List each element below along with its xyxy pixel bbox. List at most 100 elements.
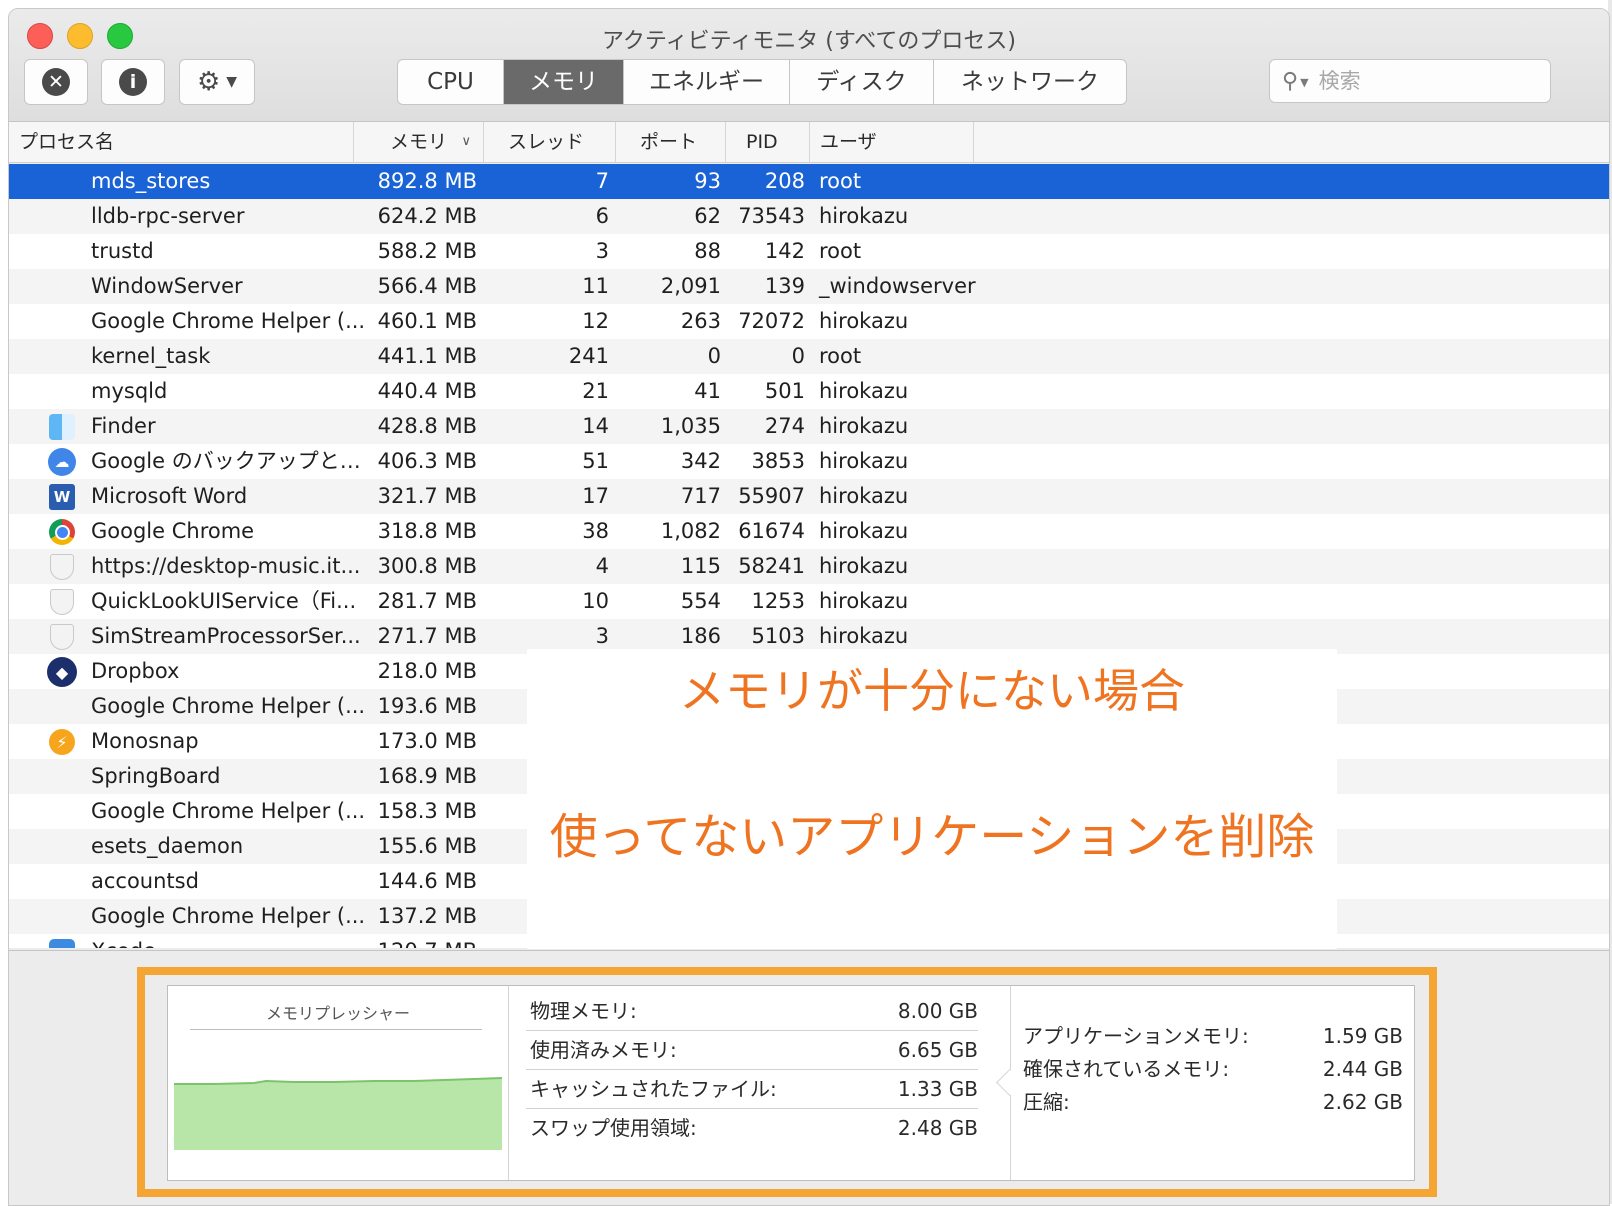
process-name: accountsd xyxy=(91,869,199,893)
table-row[interactable]: https://desktop-music.it... 300.8 MB 4 115 5… xyxy=(9,549,1609,584)
stat-cached-files: キャッシュされたファイル: 1.33 GB xyxy=(526,1070,978,1109)
shield-icon xyxy=(50,589,74,615)
stat-label: スワップ使用領域: xyxy=(530,1116,697,1140)
memory-value: 460.1 MB xyxy=(377,309,477,333)
tab-memory[interactable]: メモリ xyxy=(504,60,624,104)
memory-value: 173.0 MB xyxy=(377,729,477,753)
memory-stats-section: 物理メモリ: 8.00 GB 使用済みメモリ: 6.65 GB キャッシュされた… xyxy=(526,986,996,1180)
memory-value: 218.0 MB xyxy=(377,659,477,683)
shield-icon xyxy=(50,624,74,650)
table-row[interactable]: kernel_task 441.1 MB 241 0 0 root xyxy=(9,339,1609,374)
pid-value: 58241 xyxy=(738,554,805,578)
stat-value: 8.00 GB xyxy=(897,999,978,1023)
user-value: root xyxy=(819,239,862,263)
memory-value: 428.8 MB xyxy=(377,414,477,438)
column-header-threads[interactable]: スレッド xyxy=(484,122,616,162)
search-input[interactable] xyxy=(1316,68,1521,94)
pid-value: 501 xyxy=(764,379,805,403)
action-menu-button[interactable]: ⚙ ▼ xyxy=(179,59,255,105)
stat-used-memory: 使用済みメモリ: 6.65 GB xyxy=(526,1031,978,1070)
process-name: https://desktop-music.it... xyxy=(91,554,361,578)
table-row[interactable]: mds_stores 892.8 MB 7 93 208 root xyxy=(9,164,1609,199)
memory-value: 168.9 MB xyxy=(377,764,477,788)
table-row[interactable]: lldb-rpc-server 624.2 MB 6 62 73543 hirokazu xyxy=(9,199,1609,234)
memory-value: 158.3 MB xyxy=(377,799,477,823)
process-name: SpringBoard xyxy=(91,764,221,788)
threads-value: 241 xyxy=(568,344,609,368)
process-icon-cell xyxy=(47,937,77,948)
chevron-down-icon: ▼ xyxy=(1300,75,1309,89)
memory-summary-panel: メモリプレッシャー 物理メモリ: 8.00 GB 使用済みメモリ: 6.65 G… xyxy=(167,985,1415,1181)
ports-value: 342 xyxy=(680,449,721,473)
memory-pressure-title: メモリプレッシャー xyxy=(265,1004,410,1023)
pid-value: 72072 xyxy=(738,309,805,333)
user-value: hirokazu xyxy=(819,554,909,578)
memory-value: 624.2 MB xyxy=(377,204,477,228)
annotation-line-1: メモリが十分にない場合 xyxy=(679,664,1185,718)
column-header-memory[interactable]: メモリ ∨ xyxy=(354,122,484,162)
table-row[interactable]: WindowServer 566.4 MB 11 2,091 139 _windowser… xyxy=(9,269,1609,304)
pid-value: 3853 xyxy=(751,449,805,473)
threads-value: 38 xyxy=(582,519,609,543)
tab-energy[interactable]: エネルギー xyxy=(624,60,790,104)
process-icon-cell: ⚡ xyxy=(47,727,77,757)
process-name: lldb-rpc-server xyxy=(91,204,245,228)
table-row[interactable]: Google Chrome Helper (... 460.1 MB 12 263 72… xyxy=(9,304,1609,339)
table-row[interactable]: ☁ Google のバックアップと… 406.3 MB 51 342 3853 hiroka… xyxy=(9,444,1609,479)
pid-value: 73543 xyxy=(738,204,805,228)
annotation-overlay: メモリが十分にない場合 使ってないアプリケーションを削除 xyxy=(527,649,1337,949)
ports-value: 1,035 xyxy=(660,414,721,438)
sort-chevron-icon: ∨ xyxy=(461,134,471,149)
table-row[interactable]: QuickLookUIService（Fi... 281.7 MB 10 554 125… xyxy=(9,584,1609,619)
column-header-pid[interactable]: PID xyxy=(726,122,810,162)
tab-cpu[interactable]: CPU xyxy=(398,60,504,104)
memory-value: 441.1 MB xyxy=(377,344,477,368)
process-name: Monosnap xyxy=(91,729,199,753)
tab-network[interactable]: ネットワーク xyxy=(934,60,1126,104)
table-row[interactable]: trustd 588.2 MB 3 88 142 root xyxy=(9,234,1609,269)
divider xyxy=(190,1029,482,1030)
finder-icon xyxy=(49,414,75,440)
process-name: WindowServer xyxy=(91,274,243,298)
pid-value: 274 xyxy=(764,414,805,438)
memory-value: 137.2 MB xyxy=(377,904,477,928)
threads-value: 21 xyxy=(582,379,609,403)
ports-value: 2,091 xyxy=(660,274,721,298)
stop-process-button[interactable]: ✕ xyxy=(24,59,88,105)
xcode-icon xyxy=(49,939,75,948)
stat-value: 2.62 GB xyxy=(1322,1090,1403,1114)
table-row[interactable]: W Microsoft Word 321.7 MB 17 717 55907 hirokaz… xyxy=(9,479,1609,514)
tab-disk[interactable]: ディスク xyxy=(790,60,934,104)
column-header-user[interactable]: ユーザ xyxy=(810,122,974,162)
stat-label: 使用済みメモリ: xyxy=(530,1038,677,1062)
process-name: QuickLookUIService（Fi... xyxy=(91,589,357,613)
ports-value: 0 xyxy=(707,344,721,368)
column-header-ports[interactable]: ポート xyxy=(616,122,726,162)
user-value: hirokazu xyxy=(819,379,909,403)
pid-value: 55907 xyxy=(738,484,805,508)
stat-physical-memory: 物理メモリ: 8.00 GB xyxy=(526,992,978,1031)
table-row[interactable]: Google Chrome 318.8 MB 38 1,082 61674 hirokaz… xyxy=(9,514,1609,549)
ports-value: 263 xyxy=(680,309,721,333)
process-icon-cell xyxy=(47,412,77,442)
ports-value: 115 xyxy=(680,554,721,578)
column-header-process-name[interactable]: プロセス名 xyxy=(9,122,354,162)
dropbox-icon: ◆ xyxy=(47,657,77,687)
popover-notch xyxy=(996,1069,1023,1096)
stat-app-memory: アプリケーションメモリ: 1.59 GB xyxy=(1023,1019,1403,1053)
process-name: Google Chrome xyxy=(91,519,255,543)
threads-value: 14 xyxy=(582,414,609,438)
chevron-down-icon: ▼ xyxy=(226,74,238,90)
search-field[interactable]: ⚲ ▼ xyxy=(1269,59,1551,103)
cloud-backup-icon: ☁ xyxy=(48,448,76,476)
memory-value: 566.4 MB xyxy=(377,274,477,298)
table-row[interactable]: Finder 428.8 MB 14 1,035 274 hirokazu xyxy=(9,409,1609,444)
process-name: Google Chrome Helper (... xyxy=(91,904,366,928)
inspect-process-button[interactable]: i xyxy=(101,59,165,105)
table-row[interactable]: mysqld 440.4 MB 21 41 501 hirokazu xyxy=(9,374,1609,409)
user-value: hirokazu xyxy=(819,449,909,473)
shield-icon xyxy=(50,554,74,580)
ports-value: 62 xyxy=(694,204,721,228)
process-name: trustd xyxy=(91,239,154,263)
stat-label: 確保されているメモリ: xyxy=(1023,1057,1230,1081)
